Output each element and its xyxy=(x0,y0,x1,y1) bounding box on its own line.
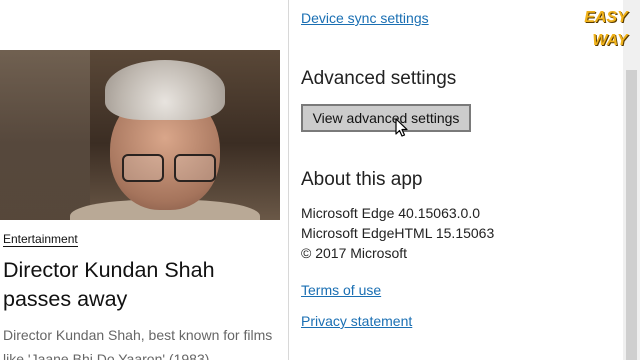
advanced-settings-heading: Advanced settings xyxy=(301,68,457,89)
news-photo[interactable] xyxy=(0,50,280,220)
news-category-link[interactable]: Entertainment xyxy=(3,232,78,247)
about-app-heading: About this app xyxy=(301,169,423,190)
news-summary: Director Kundan Shah, best known for fil… xyxy=(3,327,273,360)
privacy-statement-link[interactable]: Privacy statement xyxy=(301,313,412,329)
news-headline[interactable]: Director Kundan Shah passes away xyxy=(3,256,283,314)
news-feed-panel: Entertainment Director Kundan Shah passe… xyxy=(0,0,289,360)
watermark-logo: EASY WAY xyxy=(584,9,628,49)
settings-scrollbar[interactable] xyxy=(623,0,640,360)
news-top-area xyxy=(0,0,289,50)
device-sync-settings-link[interactable]: Device sync settings xyxy=(301,10,429,26)
glasses xyxy=(122,154,216,182)
terms-of-use-link[interactable]: Terms of use xyxy=(301,282,381,298)
copyright-text: © 2017 Microsoft xyxy=(301,245,408,261)
settings-pane: Device sync settings Advanced settings V… xyxy=(289,0,623,360)
view-advanced-settings-button[interactable]: View advanced settings xyxy=(301,104,471,132)
edgehtml-version: Microsoft EdgeHTML 15.15063 xyxy=(301,225,495,241)
mouse-cursor-icon xyxy=(395,118,408,137)
edge-version: Microsoft Edge 40.15063.0.0 xyxy=(301,205,481,221)
scrollbar-thumb[interactable] xyxy=(626,70,637,360)
